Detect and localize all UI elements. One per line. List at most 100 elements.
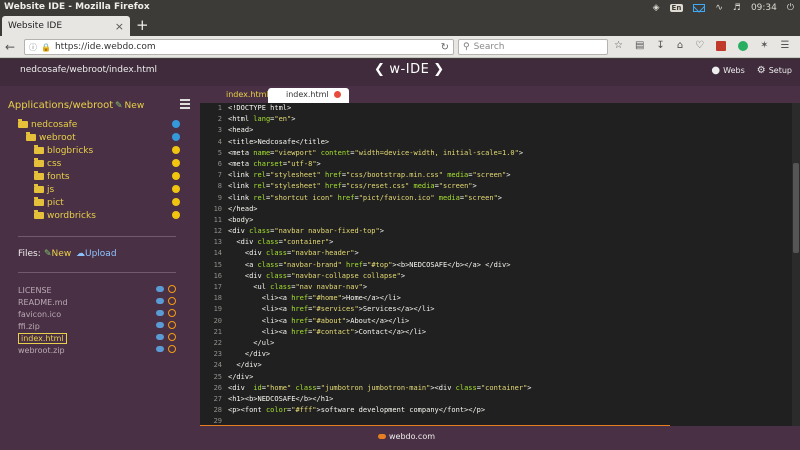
delete-icon[interactable]: [168, 333, 176, 341]
download-icon[interactable]: ↧: [656, 40, 664, 51]
cloud-download-icon[interactable]: [156, 286, 164, 292]
addon-icon[interactable]: ✶: [760, 40, 768, 51]
close-tab-icon[interactable]: [333, 91, 341, 98]
search-input[interactable]: ⚲ Search: [458, 39, 608, 55]
extension-green-icon[interactable]: [738, 40, 749, 51]
tree-item[interactable]: pict: [18, 196, 180, 209]
code-line[interactable]: 10 </head>: [200, 203, 790, 215]
bookmark-star-icon[interactable]: ☆: [614, 40, 623, 51]
code-line[interactable]: 4 <title>Nedcosafe</title>: [200, 136, 790, 148]
code-line[interactable]: 23 </div>: [200, 349, 790, 361]
code-line[interactable]: 25 </div>: [200, 371, 790, 383]
code-line[interactable]: 9 <link rel="shortcut icon" href="pict/fa…: [200, 192, 790, 204]
code-line[interactable]: 12 <div class="navbar navbar-fixed-top">: [200, 226, 790, 238]
code-line[interactable]: 21 <li><a href="#contact">Contact</a></l…: [200, 326, 790, 338]
file-item-active[interactable]: index.html: [18, 332, 178, 344]
scrollbar-thumb[interactable]: [793, 163, 799, 253]
code-line[interactable]: 7 <link rel="stylesheet" href="css/bootst…: [200, 170, 790, 182]
file-item[interactable]: favicon.ico: [18, 308, 178, 320]
sidebar-menu-icon[interactable]: [180, 99, 190, 109]
home-icon[interactable]: ⌂: [677, 40, 683, 51]
tree-item[interactable]: nedcosafe: [18, 118, 180, 131]
code-line[interactable]: 1 <!DOCTYPE html>: [200, 103, 790, 115]
code-line[interactable]: 28 <p><font color="#fff">software develop…: [200, 405, 790, 417]
globe-icon[interactable]: [172, 172, 180, 180]
tree-item[interactable]: css: [18, 157, 180, 170]
delete-icon[interactable]: [168, 309, 176, 317]
cloud-download-icon[interactable]: [156, 322, 164, 328]
file-item[interactable]: webroot.zip: [18, 344, 178, 356]
code-line[interactable]: 26 <div id="home" class="jumbotron jumbot…: [200, 382, 790, 394]
code-line[interactable]: 14 <div class="navbar-header">: [200, 248, 790, 260]
code-line[interactable]: 3 <head>: [200, 125, 790, 137]
reload-icon[interactable]: ↻: [441, 42, 449, 53]
keyboard-layout-indicator[interactable]: En: [669, 4, 684, 12]
new-file-button[interactable]: ✎New: [44, 249, 71, 259]
delete-icon[interactable]: [168, 321, 176, 329]
power-icon[interactable]: ⏻: [787, 3, 794, 13]
cloud-download-icon[interactable]: [156, 298, 164, 304]
delete-icon[interactable]: [168, 297, 176, 305]
code-line[interactable]: 27 <h1><b>NEDCOSAFE</b></h1>: [200, 393, 790, 406]
code-line[interactable]: 5 <meta name="viewport" content="width=de…: [200, 147, 790, 159]
globe-icon[interactable]: [172, 198, 180, 206]
reading-list-icon[interactable]: ▤: [635, 40, 644, 51]
url-bar[interactable]: ⓘ 🔒 https://ide.webdo.com ↻: [24, 39, 454, 55]
code-line[interactable]: 16 <div class="navbar-collapse collapse"…: [200, 270, 790, 282]
code-line[interactable]: 2 <html lang="en">: [200, 114, 790, 126]
code-line[interactable]: 17 <ul class="nav navbar-nav">: [200, 282, 790, 294]
new-tab-button[interactable]: +: [136, 17, 149, 34]
editor-scrollbar[interactable]: [792, 103, 800, 426]
new-app-button[interactable]: ✎ New: [115, 101, 144, 111]
info-icon[interactable]: ⓘ: [29, 42, 37, 53]
pocket-icon[interactable]: ♡: [695, 40, 704, 51]
close-tab-icon[interactable]: ×: [115, 20, 124, 33]
lock-icon[interactable]: 🔒: [41, 43, 51, 52]
clock[interactable]: 09:34: [751, 3, 777, 13]
code-area[interactable]: 1 <!DOCTYPE html> 2 <html lang="en"> 3 <head>…: [200, 103, 790, 426]
code-line[interactable]: 24 </div>: [200, 360, 790, 372]
extension-red-icon[interactable]: [716, 40, 727, 51]
browser-tab[interactable]: Website IDE ×: [2, 16, 130, 36]
globe-icon[interactable]: [172, 133, 180, 141]
webs-button[interactable]: ● Webs: [711, 65, 744, 76]
code-line[interactable]: 19 <li><a href="#services">Services</a><…: [200, 304, 790, 316]
globe-icon[interactable]: [172, 120, 180, 128]
file-item[interactable]: LICENSE: [18, 284, 178, 296]
cloud-download-icon[interactable]: [156, 310, 164, 316]
bluetooth-icon[interactable]: ∿: [715, 3, 723, 13]
wifi-icon[interactable]: ◈: [653, 3, 660, 13]
code-line[interactable]: 6 <meta charset="utf-8">: [200, 158, 790, 171]
code-line[interactable]: 22 </ul>: [200, 337, 790, 350]
delete-icon[interactable]: [168, 345, 176, 353]
delete-icon[interactable]: [168, 285, 176, 293]
volume-icon[interactable]: ♬: [733, 3, 741, 13]
code-line[interactable]: 13 <div class="container">: [200, 237, 790, 249]
chevron-left-icon[interactable]: ❮: [374, 62, 385, 77]
globe-icon[interactable]: [172, 159, 180, 167]
code-line[interactable]: 15 <a class="navbar-brand" href="#top"><…: [200, 259, 790, 271]
footer-brand[interactable]: webdo.com: [378, 432, 435, 441]
cloud-download-icon[interactable]: [156, 346, 164, 352]
upload-button[interactable]: ☁Upload: [76, 249, 117, 259]
file-item[interactable]: ffi.zip: [18, 320, 178, 332]
file-item[interactable]: README.md: [18, 296, 178, 308]
back-arrow-icon[interactable]: ←: [5, 40, 19, 54]
globe-icon[interactable]: [172, 211, 180, 219]
globe-icon[interactable]: [172, 185, 180, 193]
code-line[interactable]: 8 <link rel="stylesheet" href="css/reset.…: [200, 181, 790, 193]
code-line[interactable]: 11 <body>: [200, 214, 790, 227]
menu-icon[interactable]: ☰: [781, 40, 790, 51]
tree-item[interactable]: blogbricks: [18, 144, 180, 157]
tree-item[interactable]: webroot: [18, 131, 180, 144]
setup-button[interactable]: ⚙ Setup: [757, 65, 792, 76]
chevron-right-icon[interactable]: ❯: [433, 62, 444, 77]
code-line[interactable]: 18 <li><a href="#home">Home</a></li>: [200, 293, 790, 305]
cloud-download-icon[interactable]: [156, 334, 164, 340]
code-line[interactable]: 20 <li><a href="#about">About</a></li>: [200, 315, 790, 327]
editor-tab-active[interactable]: index.html: [268, 88, 349, 103]
tree-item[interactable]: wordbricks: [18, 209, 180, 222]
mail-icon[interactable]: [693, 4, 706, 12]
globe-icon[interactable]: [172, 146, 180, 154]
tree-item[interactable]: js: [18, 183, 180, 196]
